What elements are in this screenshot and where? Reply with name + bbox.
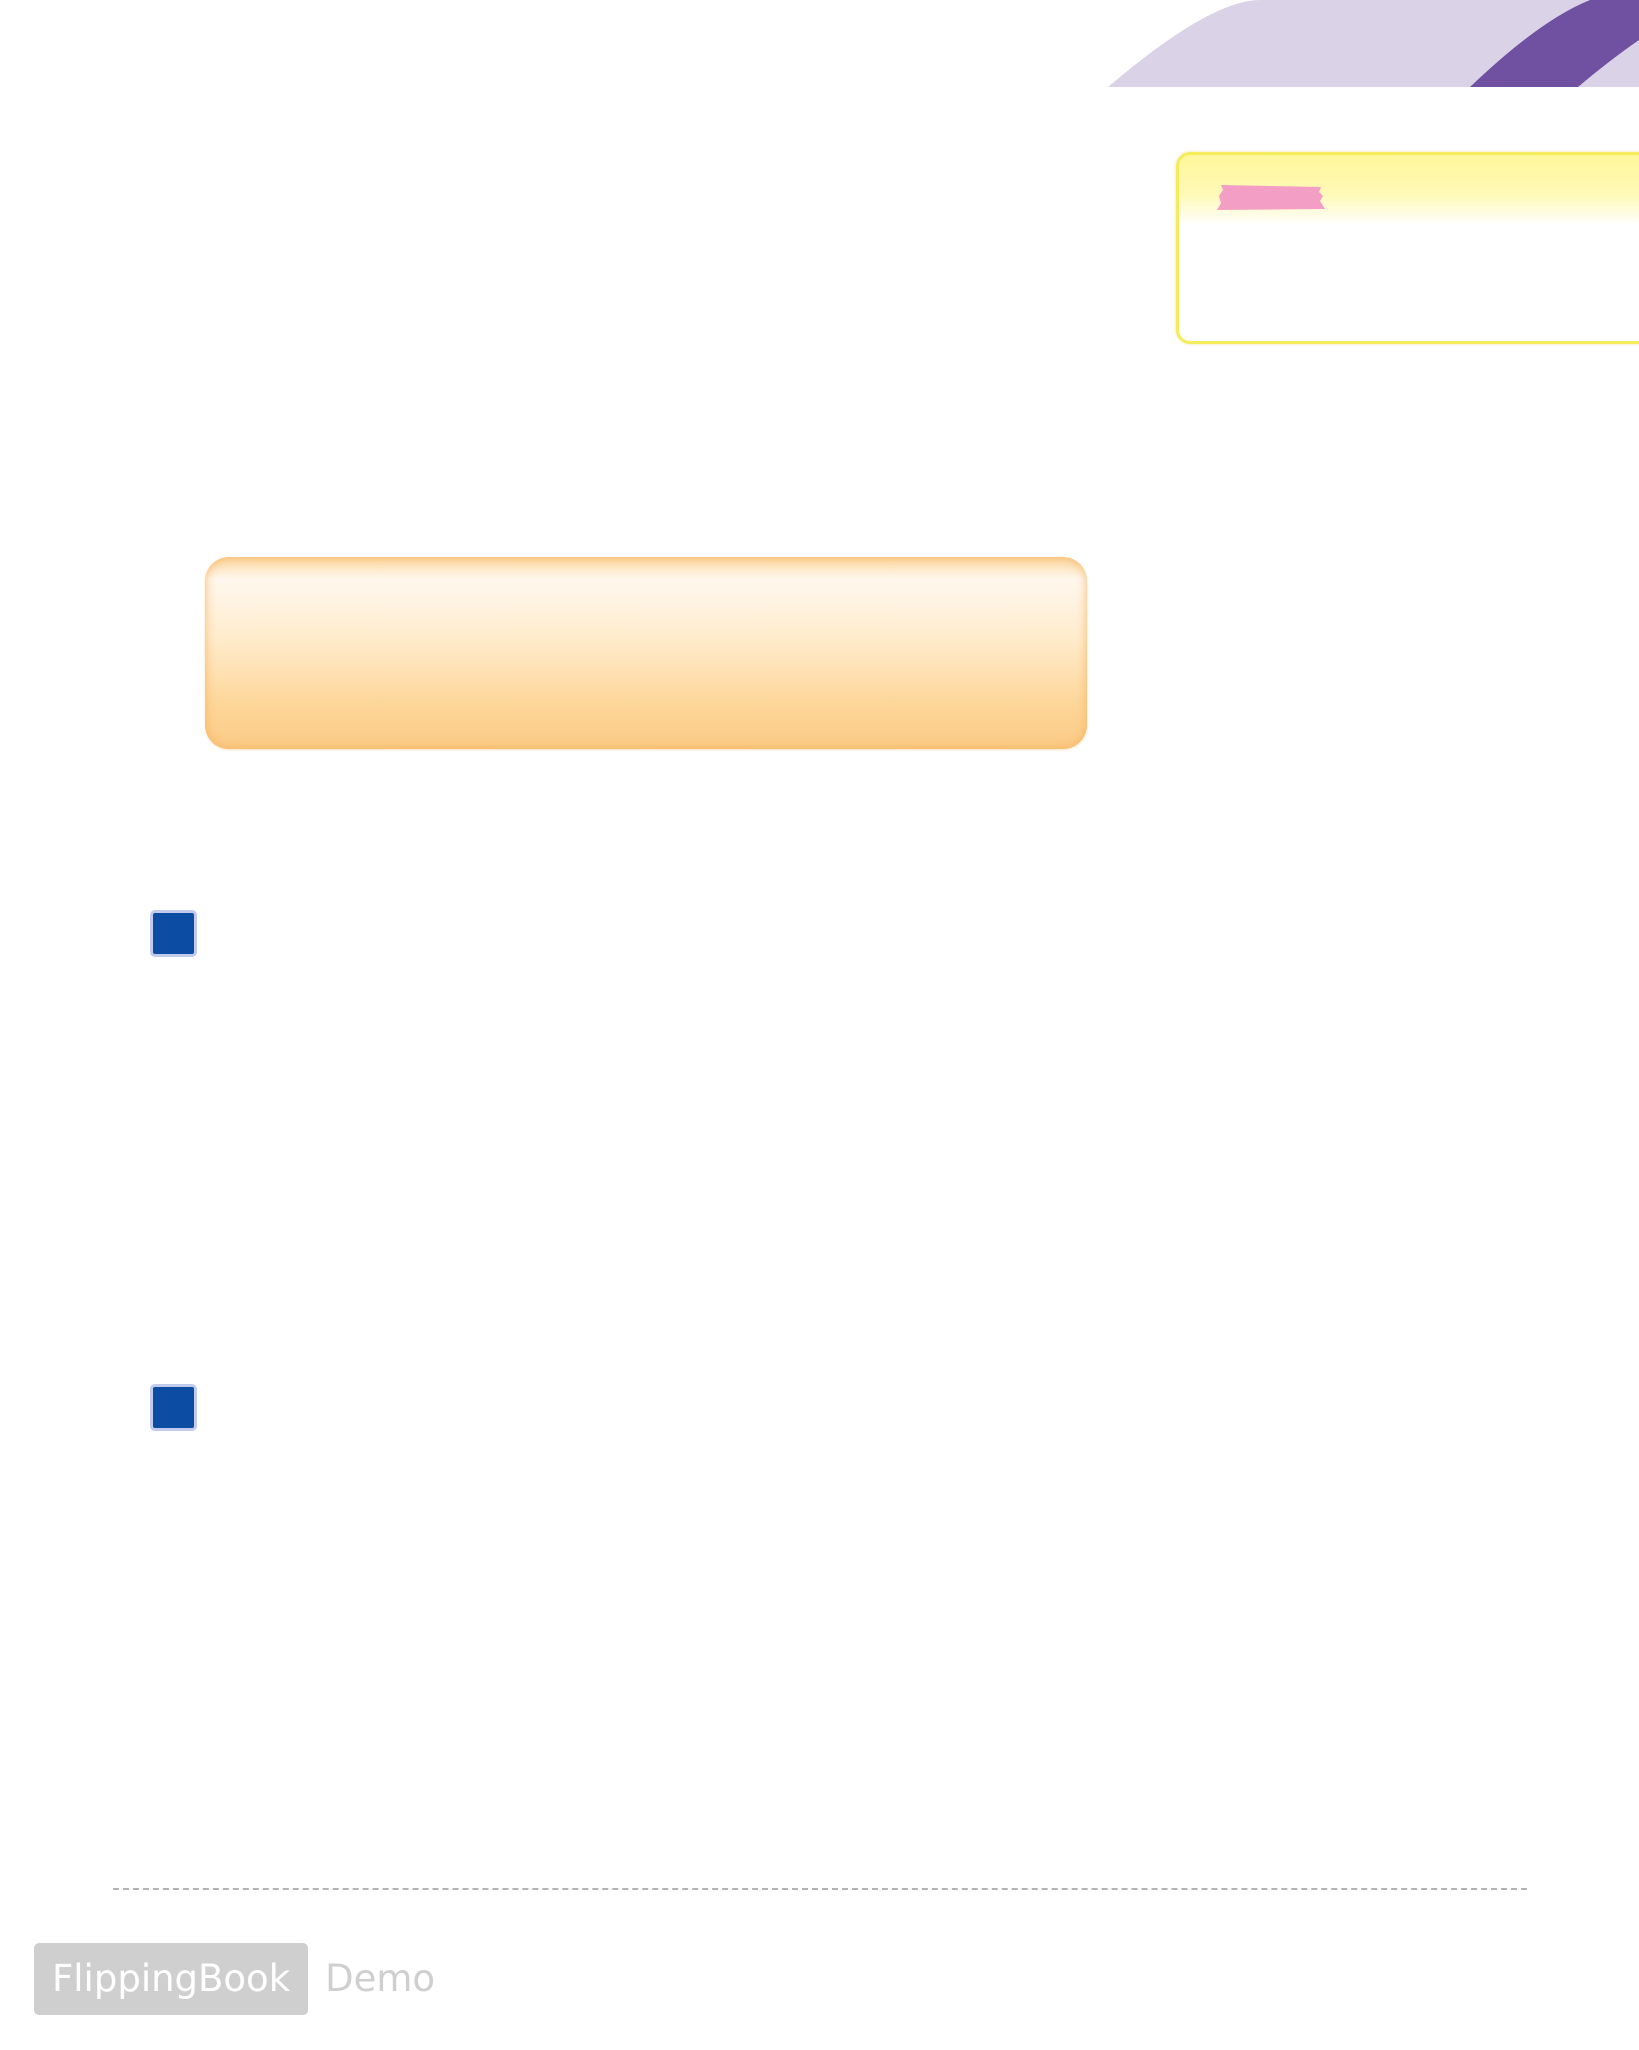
tape-icon xyxy=(1217,185,1325,210)
watermark-brand[interactable]: FlippingBook xyxy=(34,1943,309,2015)
section-banner xyxy=(205,557,1087,749)
footer-divider xyxy=(113,1888,1527,1890)
watermark-demo-label: Demo xyxy=(325,1957,436,2000)
watermark[interactable]: FlippingBook Demo xyxy=(34,1943,435,2015)
checkbox-square-icon xyxy=(150,910,197,957)
decorative-arcs xyxy=(1108,0,1639,87)
checkbox-square-icon xyxy=(150,1384,197,1431)
note-card xyxy=(1176,152,1639,344)
